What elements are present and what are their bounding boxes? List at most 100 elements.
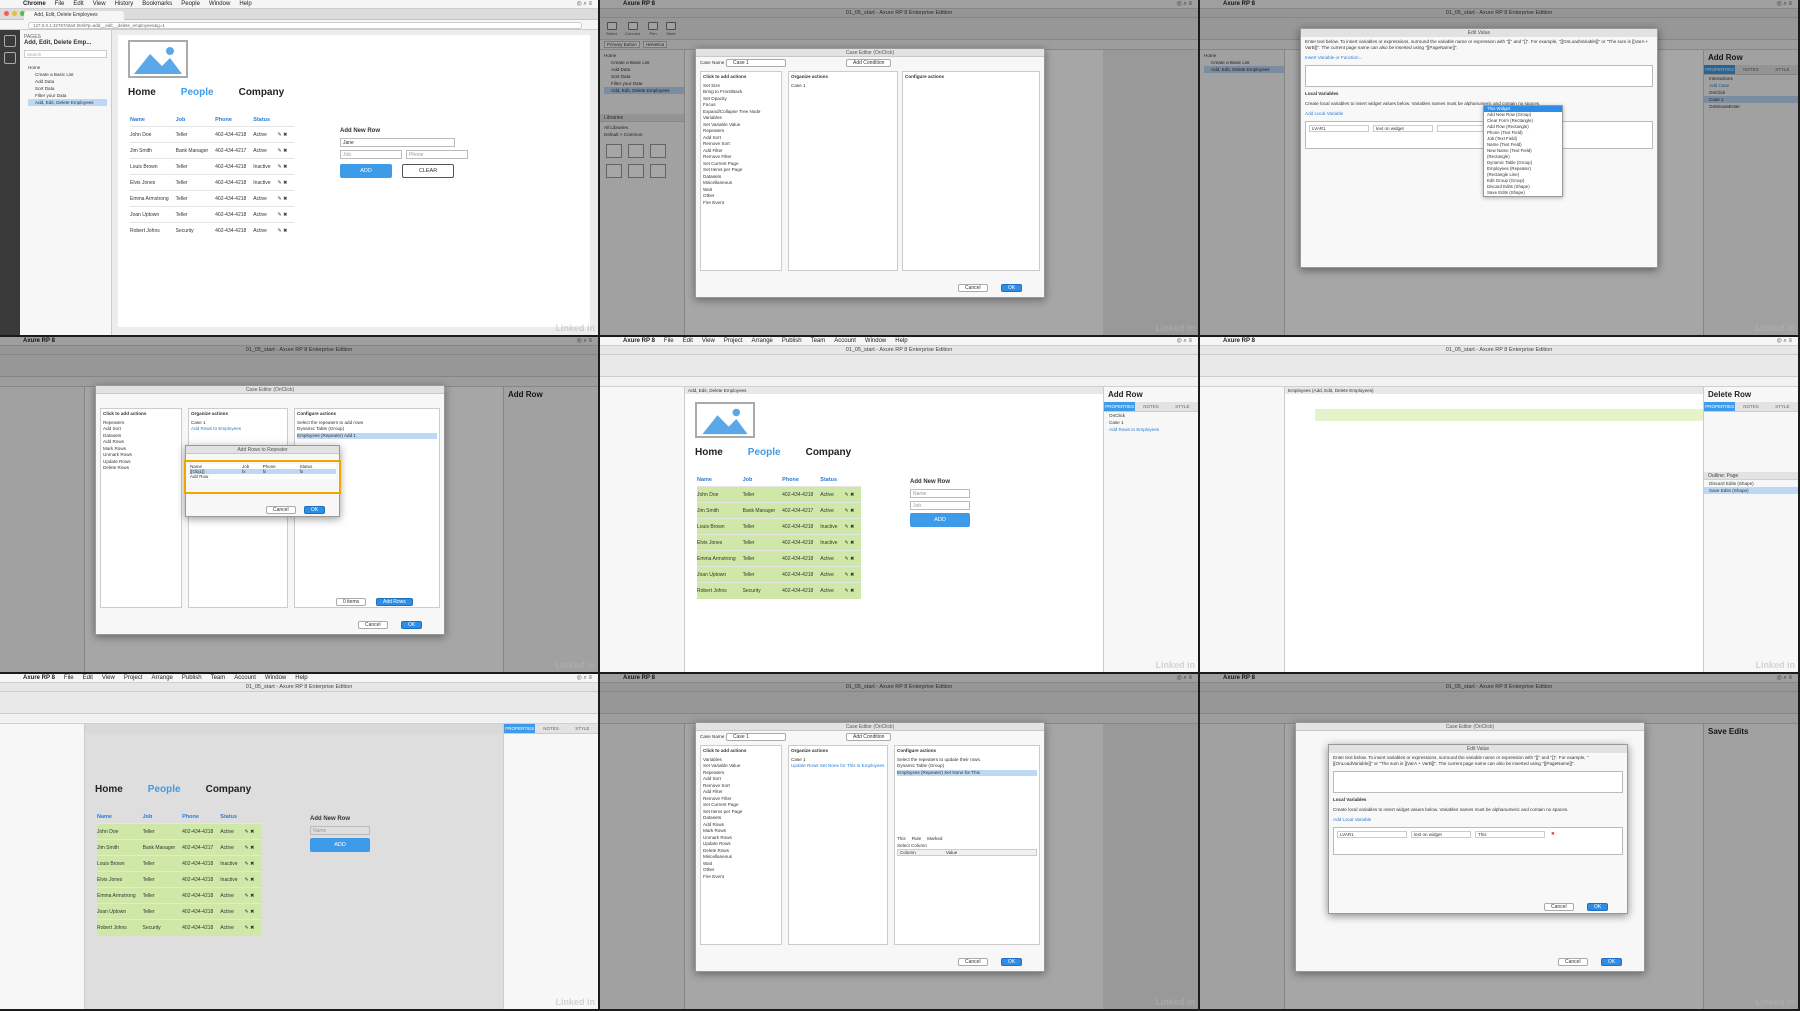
ok-button[interactable]: OK	[1001, 958, 1023, 966]
edit-delete-icons[interactable]: ✎ ✖	[844, 582, 862, 599]
page-filter-data[interactable]: Filter your Data	[28, 92, 107, 99]
nav-home[interactable]: Home	[128, 87, 156, 98]
add-condition-button[interactable]: Add Condition	[846, 59, 892, 67]
edit-delete-icons[interactable]: ✎ ✖	[277, 142, 295, 159]
edit-delete-icons[interactable]: ✎ ✖	[844, 502, 862, 519]
edit-delete-icons[interactable]: ✎ ✖	[844, 566, 862, 583]
tab-style[interactable]: STYLE	[1767, 402, 1798, 411]
add-button[interactable]: ADD	[310, 838, 370, 852]
case-item[interactable]: Case 1	[1104, 419, 1198, 426]
cancel-button[interactable]: Cancel	[1544, 903, 1574, 911]
menu-window[interactable]: Window	[209, 1, 230, 7]
menu-publish[interactable]: Publish	[182, 675, 202, 681]
app-name[interactable]: Axure RP 8	[23, 675, 55, 681]
insert-variable-link[interactable]: Insert Variable or Function...	[1301, 53, 1657, 63]
pages-icon[interactable]	[4, 35, 16, 47]
edit-delete-icons[interactable]: ✎ ✖	[277, 158, 295, 175]
chrome-tab[interactable]: Add, Edit, Delete Employees	[24, 11, 124, 20]
edit-delete-icons[interactable]: ✎ ✖	[844, 534, 862, 551]
canvas-tab[interactable]: Add, Edit, Delete Employees	[685, 387, 1103, 394]
name-input[interactable]: Name	[910, 489, 970, 498]
menu-account[interactable]: Account	[234, 675, 256, 681]
lvar-name[interactable]: LVAR1	[1337, 831, 1407, 838]
edit-delete-icons[interactable]: ✎ ✖	[277, 222, 295, 239]
window-controls[interactable]	[4, 11, 25, 16]
url-field[interactable]: 127.0.0.1:32767/start.html#p=add__edit__…	[28, 22, 582, 29]
dropdown-option[interactable]: Save Edits (Shape)	[1484, 190, 1562, 196]
app-name[interactable]: Axure RP 8	[623, 338, 655, 344]
nav-people[interactable]: People	[181, 87, 214, 98]
page-add-data[interactable]: Add Data	[28, 78, 107, 85]
cancel-button[interactable]: Cancel	[1558, 958, 1588, 966]
edit-delete-icons[interactable]: ✎ ✖	[844, 518, 862, 535]
action-item[interactable]: Delete Rows	[103, 465, 179, 472]
edit-delete-icons[interactable]: ✎ ✖	[244, 887, 262, 904]
action-item[interactable]: Fire Event	[703, 200, 779, 207]
menu-file[interactable]: File	[55, 1, 65, 7]
add-rows-action[interactable]: Add Rows to Employees	[1104, 426, 1198, 433]
lvar-type[interactable]: text on widget	[1373, 125, 1433, 132]
menu-view[interactable]: View	[702, 338, 715, 344]
menu-file[interactable]: File	[664, 338, 674, 344]
edit-delete-icons[interactable]: ✎ ✖	[844, 550, 862, 567]
menu-project[interactable]: Project	[724, 338, 743, 344]
ok-button[interactable]: OK	[1001, 284, 1023, 292]
menu-team[interactable]: Team	[811, 338, 826, 344]
job-input[interactable]: Job	[340, 150, 402, 159]
tab-style[interactable]: STYLE	[1167, 402, 1198, 411]
ok-button[interactable]: OK	[304, 506, 326, 514]
nav-company[interactable]: Company	[806, 447, 852, 458]
edit-delete-icons[interactable]: ✎ ✖	[244, 823, 262, 840]
add-rows-button[interactable]: Add Rows	[376, 598, 413, 606]
cancel-button[interactable]: Cancel	[958, 958, 988, 966]
value-textarea[interactable]	[1333, 771, 1623, 793]
lvar-name[interactable]: LVAR1	[1309, 125, 1369, 132]
outline-item[interactable]: Save Edits (Shape)	[1704, 487, 1798, 494]
tab-notes[interactable]: NOTES	[1735, 402, 1766, 411]
cancel-button[interactable]: Cancel	[266, 506, 296, 514]
add-button[interactable]: ADD	[910, 513, 970, 527]
menu-publish[interactable]: Publish	[782, 338, 802, 344]
radio-rule[interactable]: Rule	[912, 836, 921, 843]
menu-history[interactable]: History	[115, 1, 134, 7]
menu-edit[interactable]: Edit	[73, 1, 83, 7]
page-home[interactable]: Home	[28, 64, 107, 71]
edit-delete-icons[interactable]: ✎ ✖	[277, 174, 295, 191]
menu-project[interactable]: Project	[124, 675, 143, 681]
menu-help[interactable]: Help	[239, 1, 251, 7]
clear-button[interactable]: CLEAR	[402, 164, 454, 178]
app-name[interactable]: Chrome	[23, 1, 46, 7]
menu-view[interactable]: View	[93, 1, 106, 7]
value-textarea[interactable]	[1305, 65, 1653, 87]
nav-people[interactable]: People	[148, 784, 181, 795]
tab-notes[interactable]: NOTES	[535, 724, 566, 733]
menu-bookmarks[interactable]: Bookmarks	[142, 1, 172, 7]
lvar-target[interactable]: This	[1475, 831, 1545, 838]
radio-this[interactable]: This	[897, 836, 906, 843]
add-rows-action[interactable]: Add Rows to Employees	[191, 426, 285, 433]
repeater-tree-employees[interactable]: Employees (Repeater) Set None for This	[897, 769, 1037, 776]
edit-delete-icons[interactable]: ✎ ✖	[244, 919, 262, 936]
edit-delete-icons[interactable]: ✎ ✖	[244, 903, 262, 920]
page-sort-data[interactable]: Sort Data	[28, 85, 107, 92]
menu-edit[interactable]: Edit	[683, 338, 693, 344]
menu-account[interactable]: Account	[834, 338, 856, 344]
menu-window[interactable]: Window	[265, 675, 286, 681]
edit-delete-icons[interactable]: ✎ ✖	[277, 206, 295, 223]
edit-delete-icons[interactable]: ✎ ✖	[277, 190, 295, 207]
add-button[interactable]: ADD	[340, 164, 392, 178]
job-input[interactable]: Job	[910, 501, 970, 510]
ok-button[interactable]: OK	[401, 621, 423, 629]
lvar-type[interactable]: text on widget	[1411, 831, 1471, 838]
tab-notes[interactable]: NOTES	[1135, 402, 1166, 411]
nav-company[interactable]: Company	[239, 87, 285, 98]
nav-home[interactable]: Home	[95, 784, 123, 795]
menu-view[interactable]: View	[102, 675, 115, 681]
radio-marked[interactable]: Marked	[927, 836, 942, 843]
edit-delete-icons[interactable]: ✎ ✖	[244, 871, 262, 888]
app-name[interactable]: Axure RP 8	[1223, 338, 1255, 344]
ok-button[interactable]: OK	[1587, 903, 1609, 911]
case-name-input[interactable]: Case 1	[726, 59, 786, 67]
page-basic-list[interactable]: Create a Basic List	[28, 71, 107, 78]
menu-people[interactable]: People	[181, 1, 200, 7]
